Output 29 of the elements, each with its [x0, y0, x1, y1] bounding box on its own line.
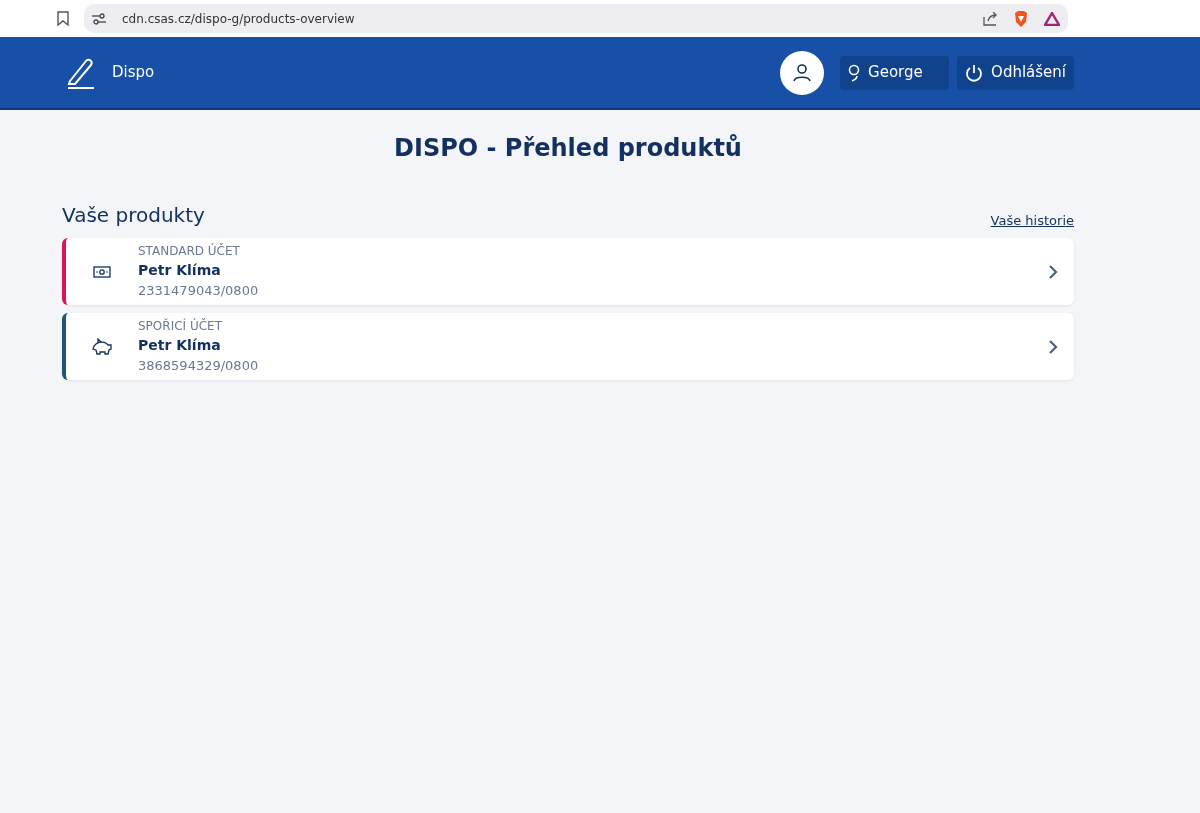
user-icon — [793, 63, 812, 82]
account-number: 2331479043/0800 — [138, 282, 259, 301]
triangle-icon[interactable] — [1044, 11, 1060, 26]
account-type: STANDARD ÚČET — [138, 242, 241, 261]
settings-icon — [92, 12, 106, 25]
lion-shield-icon[interactable] — [1014, 10, 1028, 27]
pencil-icon — [66, 56, 96, 89]
url-text: cdn.csas.cz/dispo-g/products-overview — [122, 10, 355, 28]
chevron-right-icon — [1048, 264, 1058, 280]
section-title: Vaše produkty — [62, 202, 205, 229]
logout-button[interactable]: Odhlášení — [957, 55, 1074, 90]
share-icon[interactable] — [983, 11, 998, 26]
account-owner: Petr Klíma — [138, 261, 222, 281]
page-title: DISPO - Přehled produktů — [394, 134, 742, 162]
bookmark-icon[interactable] — [57, 11, 69, 26]
user-button[interactable]: George — [840, 55, 950, 90]
power-icon — [965, 63, 984, 82]
app-name: Dispo — [112, 62, 155, 84]
product-card[interactable]: SPOŘICÍ ÚČET Petr Klíma 3868594329/0800 — [62, 313, 1074, 380]
address-bar[interactable]: cdn.csas.cz/dispo-g/products-overview — [84, 4, 1068, 33]
account-number: 3868594329/0800 — [138, 357, 259, 376]
chevron-right-icon — [1048, 339, 1058, 355]
history-link[interactable]: Vaše historie — [990, 210, 1074, 230]
piggy-bank-icon — [92, 337, 112, 356]
product-card[interactable]: STANDARD ÚČET Petr Klíma 2331479043/0800 — [62, 238, 1074, 305]
george-logo-icon — [848, 63, 861, 82]
account-type: SPOŘICÍ ÚČET — [138, 317, 223, 336]
banknote-icon — [93, 265, 111, 278]
account-owner: Petr Klíma — [138, 336, 222, 356]
